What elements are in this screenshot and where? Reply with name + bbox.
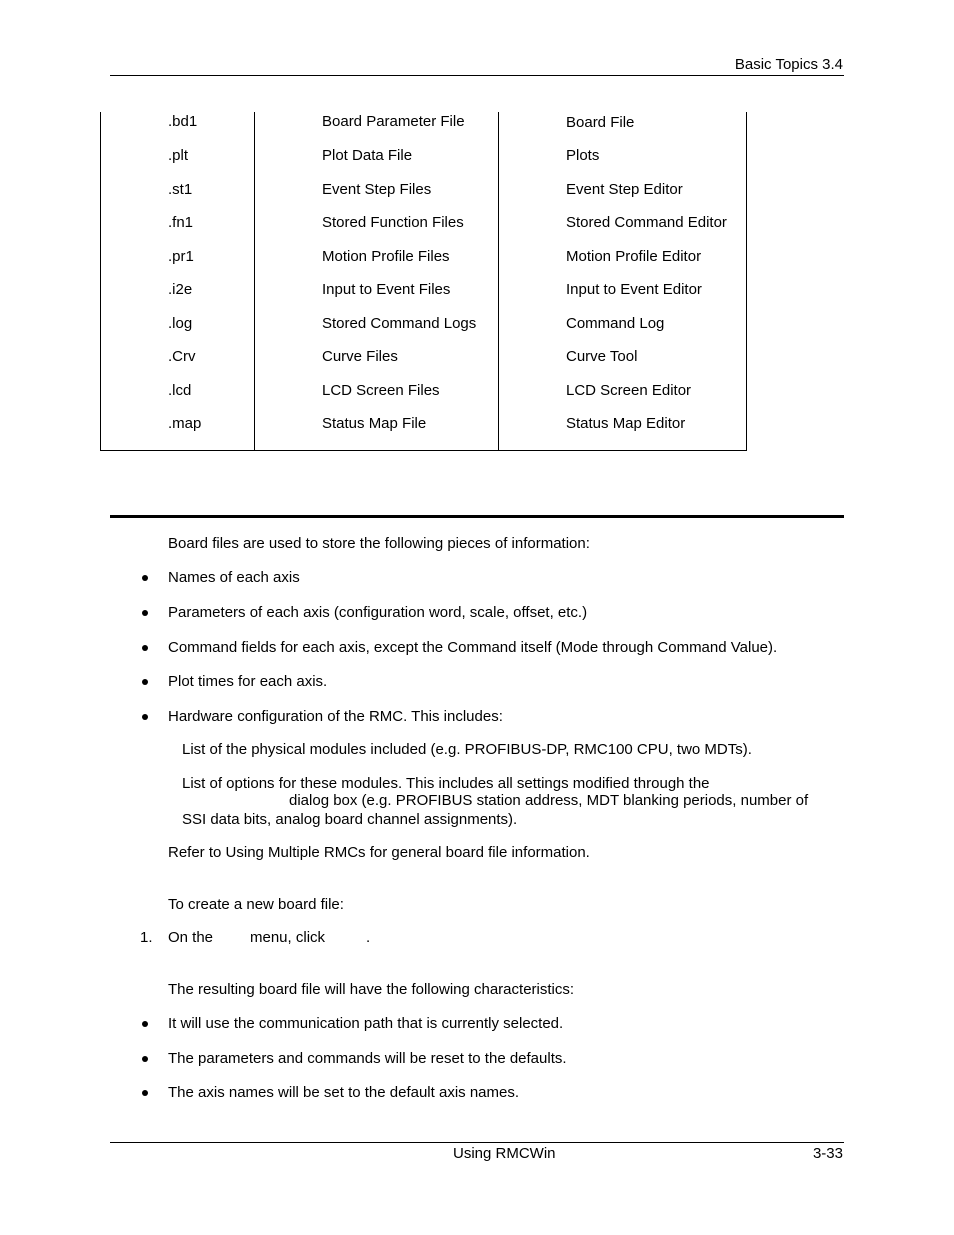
sub-item-options-line2: dialog box (e.g. PROFIBUS station addres… xyxy=(289,792,809,809)
result-intro: The resulting board file will have the f… xyxy=(168,981,575,998)
extension-cell: .st1 xyxy=(168,181,193,198)
tool-cell: Command Log xyxy=(566,315,665,332)
step-text-part3: . xyxy=(366,929,371,946)
step-text-part1: On the xyxy=(168,929,214,946)
step-number: 1. xyxy=(140,929,153,946)
extension-cell: .pr1 xyxy=(168,248,194,265)
tool-cell: Status Map Editor xyxy=(566,415,686,432)
extension-cell: .log xyxy=(168,315,193,332)
section-rule xyxy=(110,515,844,518)
extension-cell: .Crv xyxy=(168,348,196,365)
description-cell: Curve Files xyxy=(322,348,398,365)
bullet-text: It will use the communication path that … xyxy=(168,1015,564,1032)
bullet-text: The axis names will be set to the defaul… xyxy=(168,1084,520,1101)
tool-cell: Event Step Editor xyxy=(566,181,683,198)
tool-cell: Plots xyxy=(566,147,600,164)
bullet-icon xyxy=(142,575,148,581)
bullet-text: Parameters of each axis (configuration w… xyxy=(168,604,588,621)
header-rule xyxy=(110,75,844,76)
description-cell: Board Parameter File xyxy=(322,113,465,130)
tool-cell: Stored Command Editor xyxy=(566,214,727,231)
bullet-text: Hardware configuration of the RMC. This … xyxy=(168,708,503,725)
bullet-text: Command fields for each axis, except the… xyxy=(168,639,778,656)
description-cell: Stored Command Logs xyxy=(322,315,477,332)
step-text-part2: menu, click xyxy=(250,929,326,946)
extension-cell: .map xyxy=(168,415,202,432)
tool-cell: Motion Profile Editor xyxy=(566,248,702,265)
table-column-divider xyxy=(498,112,499,450)
bullet-icon xyxy=(142,1090,148,1096)
tool-cell: LCD Screen Editor xyxy=(566,382,692,399)
refer-text: Refer to Using Multiple RMCs for general… xyxy=(168,844,590,861)
tool-cell: Curve Tool xyxy=(566,348,638,365)
sub-item-options-line3: SSI data bits, analog board channel assi… xyxy=(182,811,518,828)
sub-item-options-line1: List of options for these modules. This … xyxy=(182,775,710,792)
bullet-text: The parameters and commands will be rese… xyxy=(168,1050,567,1067)
extension-cell: .lcd xyxy=(168,382,192,399)
description-cell: LCD Screen Files xyxy=(322,382,440,399)
bullet-icon xyxy=(142,679,148,685)
extension-cell: .bd1 xyxy=(168,113,198,130)
page-number: 3-33 xyxy=(812,1145,843,1162)
procedure-intro: To create a new board file: xyxy=(168,896,344,913)
running-header: Basic Topics 3.4 xyxy=(734,56,843,73)
extension-cell: .i2e xyxy=(168,281,193,298)
bullet-icon xyxy=(142,645,148,651)
description-cell: Event Step Files xyxy=(322,181,432,198)
tool-cell: Board File xyxy=(566,114,635,131)
footer-title: Using RMCWin xyxy=(453,1145,556,1162)
sub-item-modules: List of the physical modules included (e… xyxy=(182,741,752,758)
description-cell: Input to Event Files xyxy=(322,281,451,298)
bullet-icon xyxy=(142,610,148,616)
description-cell: Stored Function Files xyxy=(322,214,464,231)
bullet-text: Plot times for each axis. xyxy=(168,673,328,690)
description-cell: Status Map File xyxy=(322,415,427,432)
footer-rule xyxy=(110,1142,844,1143)
bullet-text: Names of each axis xyxy=(168,569,300,586)
bullet-icon xyxy=(142,1021,148,1027)
table-column-divider xyxy=(254,112,255,450)
bullet-icon xyxy=(142,1056,148,1062)
description-cell: Plot Data File xyxy=(322,147,413,164)
bullet-icon xyxy=(142,714,148,720)
board-files-intro: Board files are used to store the follow… xyxy=(168,535,590,552)
tool-cell: Input to Event Editor xyxy=(566,281,702,298)
description-cell: Motion Profile Files xyxy=(322,248,450,265)
extension-cell: .fn1 xyxy=(168,214,194,231)
extension-cell: .plt xyxy=(168,147,189,164)
